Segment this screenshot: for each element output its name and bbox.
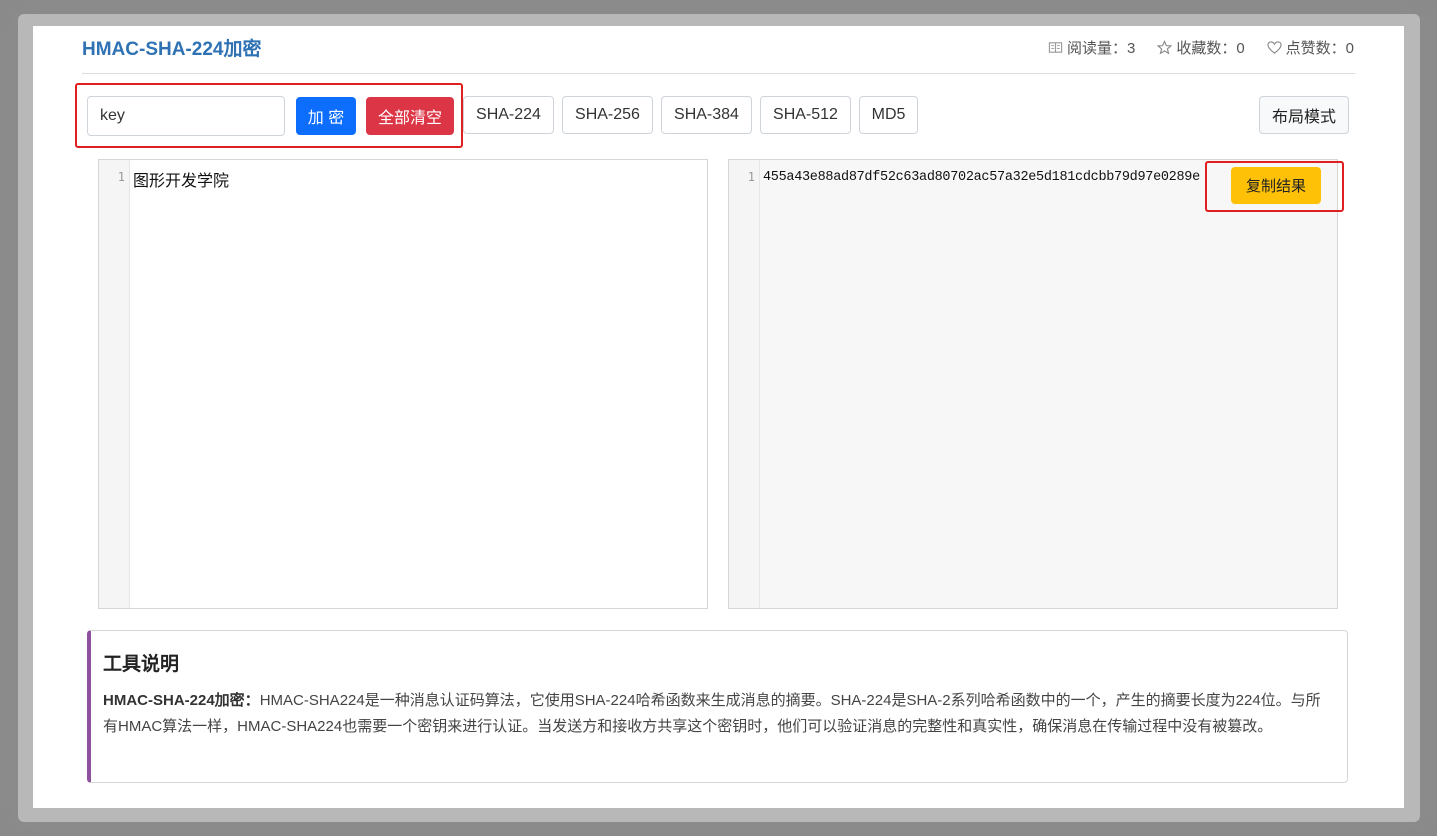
clear-all-button[interactable]: 全部清空 <box>366 97 454 135</box>
description-text: HMAC-SHA224是一种消息认证码算法，它使用SHA-224哈希函数来生成消… <box>103 692 1321 735</box>
description-term: HMAC-SHA-224加密： <box>103 692 260 709</box>
copy-result-button[interactable]: 复制结果 <box>1231 167 1321 204</box>
page-title: HMAC-SHA-224加密 <box>82 39 262 60</box>
description-body: HMAC-SHA-224加密：HMAC-SHA224是一种消息认证码算法，它使用… <box>103 688 1335 740</box>
header-divider <box>82 73 1355 74</box>
line-number: 1 <box>117 170 125 184</box>
description-heading: 工具说明 <box>103 654 180 675</box>
heart-icon <box>1267 41 1282 54</box>
line-number: 1 <box>747 170 755 184</box>
star-icon <box>1157 40 1173 55</box>
key-input[interactable] <box>87 96 285 136</box>
input-text[interactable]: 图形开发学院 <box>133 167 229 191</box>
input-gutter: 1 <box>99 160 130 608</box>
algo-sha256-button[interactable]: SHA-256 <box>562 96 653 134</box>
encrypt-button[interactable]: 加 密 <box>296 97 356 135</box>
algo-sha384-button[interactable]: SHA-384 <box>661 96 752 134</box>
likes-count: 点赞数：0 <box>1285 40 1354 57</box>
layout-mode-button[interactable]: 布局模式 <box>1259 96 1349 134</box>
algo-md5-button[interactable]: MD5 <box>859 96 918 134</box>
reads-stat: 阅读量：3 <box>1048 37 1135 58</box>
tool-description: 工具说明 HMAC-SHA-224加密：HMAC-SHA224是一种消息认证码算… <box>87 630 1348 783</box>
book-icon <box>1048 42 1063 53</box>
output-hash-text[interactable]: 455a43e88ad87df52c63ad80702ac57a32e5d181… <box>763 170 1200 185</box>
output-gutter: 1 <box>729 160 760 608</box>
stats-bar: 阅读量：3 收藏数：0 点赞数：0 <box>1048 37 1354 58</box>
algo-sha224-button[interactable]: SHA-224 <box>463 96 554 134</box>
algo-sha512-button[interactable]: SHA-512 <box>760 96 851 134</box>
favorites-stat[interactable]: 收藏数：0 <box>1157 37 1245 58</box>
page: HMAC-SHA-224加密 阅读量：3 收藏数：0 点赞数：0 加 密 全部清… <box>33 26 1404 808</box>
input-editor[interactable]: 1 图形开发学院 <box>98 159 708 609</box>
likes-stat[interactable]: 点赞数：0 <box>1267 37 1354 58</box>
favorites-count: 收藏数：0 <box>1176 40 1245 57</box>
output-editor[interactable]: 1 455a43e88ad87df52c63ad80702ac57a32e5d1… <box>728 159 1338 609</box>
reads-count: 阅读量：3 <box>1066 40 1136 57</box>
